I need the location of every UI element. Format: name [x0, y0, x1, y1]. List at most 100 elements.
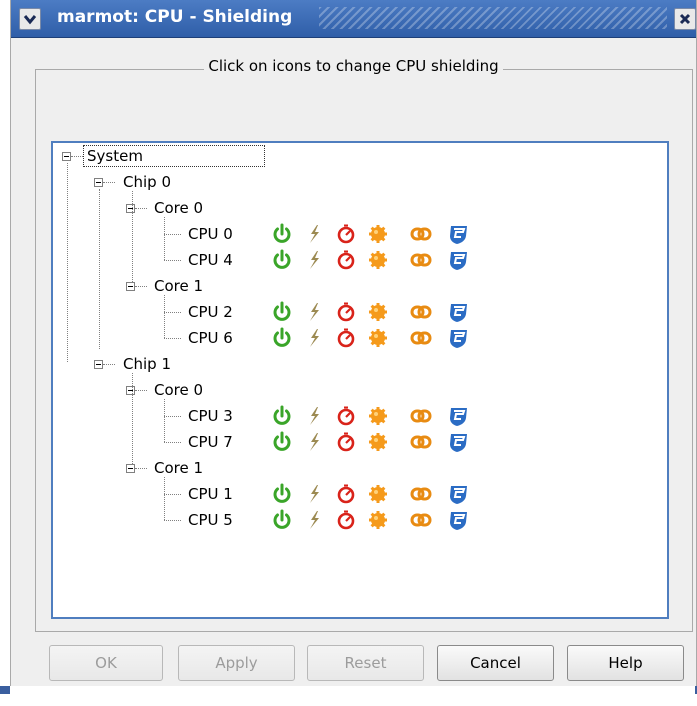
power-icon[interactable]: [271, 249, 293, 271]
power-icon[interactable]: [271, 223, 293, 245]
power-icon[interactable]: [271, 327, 293, 349]
timer-icon[interactable]: [335, 301, 357, 323]
tree-connector: [135, 286, 147, 287]
link-icon[interactable]: [410, 223, 432, 245]
link-icon[interactable]: [410, 405, 432, 427]
link-icon[interactable]: [410, 483, 432, 505]
tree-connector: [135, 468, 147, 469]
shield-icon[interactable]: [447, 249, 469, 271]
shield-icon[interactable]: [447, 483, 469, 505]
lightning-icon[interactable]: [303, 301, 325, 323]
shield-icon[interactable]: [447, 301, 469, 323]
shield-icon[interactable]: [447, 327, 469, 349]
window-menu-button[interactable]: [19, 8, 41, 30]
chevron-down-icon: [23, 15, 37, 25]
tree-connector: [164, 295, 165, 338]
tree-item-cpu[interactable]: CPU 5: [188, 509, 233, 531]
timer-icon[interactable]: [335, 327, 357, 349]
tree-connector: [71, 156, 83, 157]
window-title: marmot: CPU - Shielding: [57, 7, 293, 27]
collapse-toggle-icon[interactable]: [94, 360, 103, 369]
help-button[interactable]: Help: [567, 645, 684, 681]
tree-item-cpu[interactable]: CPU 4: [188, 249, 233, 271]
timer-icon[interactable]: [335, 405, 357, 427]
gear-icon[interactable]: [367, 301, 389, 323]
lightning-icon[interactable]: [303, 249, 325, 271]
lightning-icon[interactable]: [303, 327, 325, 349]
ok-button[interactable]: OK: [49, 645, 163, 681]
tree-item-core[interactable]: Core 0: [154, 379, 203, 401]
tree-connector: [164, 338, 181, 339]
link-icon[interactable]: [410, 301, 432, 323]
collapse-toggle-icon[interactable]: [126, 464, 135, 473]
power-icon[interactable]: [271, 431, 293, 453]
lightning-icon[interactable]: [303, 509, 325, 531]
gear-icon[interactable]: [367, 405, 389, 427]
gear-icon[interactable]: [367, 483, 389, 505]
tree-connector: [164, 260, 181, 261]
shield-icon[interactable]: [447, 431, 469, 453]
tree-connector: [164, 416, 181, 417]
gear-icon[interactable]: [367, 431, 389, 453]
collapse-toggle-icon[interactable]: [126, 204, 135, 213]
tree-connector: [135, 390, 147, 391]
tree-item-cpu[interactable]: CPU 6: [188, 327, 233, 349]
tree-item-cpu[interactable]: CPU 3: [188, 405, 233, 427]
tree-item-chip-1[interactable]: Chip 1: [123, 353, 171, 375]
tree-item-cpu[interactable]: CPU 0: [188, 223, 233, 245]
tree-connector: [132, 191, 133, 282]
timer-icon[interactable]: [335, 483, 357, 505]
link-icon[interactable]: [410, 509, 432, 531]
link-icon[interactable]: [410, 431, 432, 453]
shield-icon[interactable]: [447, 405, 469, 427]
tree-connector: [164, 520, 181, 521]
tree-connector: [164, 477, 165, 520]
collapse-toggle-icon[interactable]: [94, 178, 103, 187]
tree-item-core[interactable]: Core 1: [154, 275, 203, 297]
power-icon[interactable]: [271, 509, 293, 531]
reset-button[interactable]: Reset: [307, 645, 424, 681]
apply-button[interactable]: Apply: [178, 645, 295, 681]
shielding-dialog: marmot: CPU - Shielding Click on icons t…: [10, 0, 697, 686]
collapse-toggle-icon[interactable]: [126, 386, 135, 395]
shield-icon[interactable]: [447, 223, 469, 245]
tree-connector: [164, 234, 181, 235]
power-icon[interactable]: [271, 301, 293, 323]
title-bar-pattern: [319, 7, 667, 29]
tree-connector: [99, 189, 100, 349]
tree-connector: [164, 442, 181, 443]
timer-icon[interactable]: [335, 249, 357, 271]
timer-icon[interactable]: [335, 509, 357, 531]
tree-item-chip-0[interactable]: Chip 0: [123, 171, 171, 193]
timer-icon[interactable]: [335, 223, 357, 245]
group-title: Click on icons to change CPU shielding: [204, 57, 503, 75]
tree-root-system[interactable]: System: [83, 145, 265, 167]
lightning-icon[interactable]: [303, 431, 325, 453]
tree-item-core[interactable]: Core 1: [154, 457, 203, 479]
tree-item-core[interactable]: Core 0: [154, 197, 203, 219]
tree-connector: [164, 217, 165, 260]
link-icon[interactable]: [410, 249, 432, 271]
tree-item-cpu[interactable]: CPU 7: [188, 431, 233, 453]
close-button[interactable]: [674, 8, 696, 30]
shield-icon[interactable]: [447, 509, 469, 531]
collapse-toggle-icon[interactable]: [126, 282, 135, 291]
tree-item-cpu[interactable]: CPU 2: [188, 301, 233, 323]
timer-icon[interactable]: [335, 431, 357, 453]
link-icon[interactable]: [410, 327, 432, 349]
lightning-icon[interactable]: [303, 483, 325, 505]
lightning-icon[interactable]: [303, 405, 325, 427]
close-icon: [679, 13, 691, 25]
lightning-icon[interactable]: [303, 223, 325, 245]
gear-icon[interactable]: [367, 509, 389, 531]
cancel-button[interactable]: Cancel: [437, 645, 554, 681]
gear-icon[interactable]: [367, 223, 389, 245]
gear-icon[interactable]: [367, 249, 389, 271]
power-icon[interactable]: [271, 405, 293, 427]
collapse-toggle-icon[interactable]: [62, 152, 71, 161]
cpu-tree[interactable]: System Chip 0 Core 0 CPU 0 CPU 4 Core 1 CPU 2 C…: [51, 141, 669, 619]
gear-icon[interactable]: [367, 327, 389, 349]
tree-item-cpu[interactable]: CPU 1: [188, 483, 233, 505]
title-bar[interactable]: marmot: CPU - Shielding: [11, 0, 696, 38]
power-icon[interactable]: [271, 483, 293, 505]
